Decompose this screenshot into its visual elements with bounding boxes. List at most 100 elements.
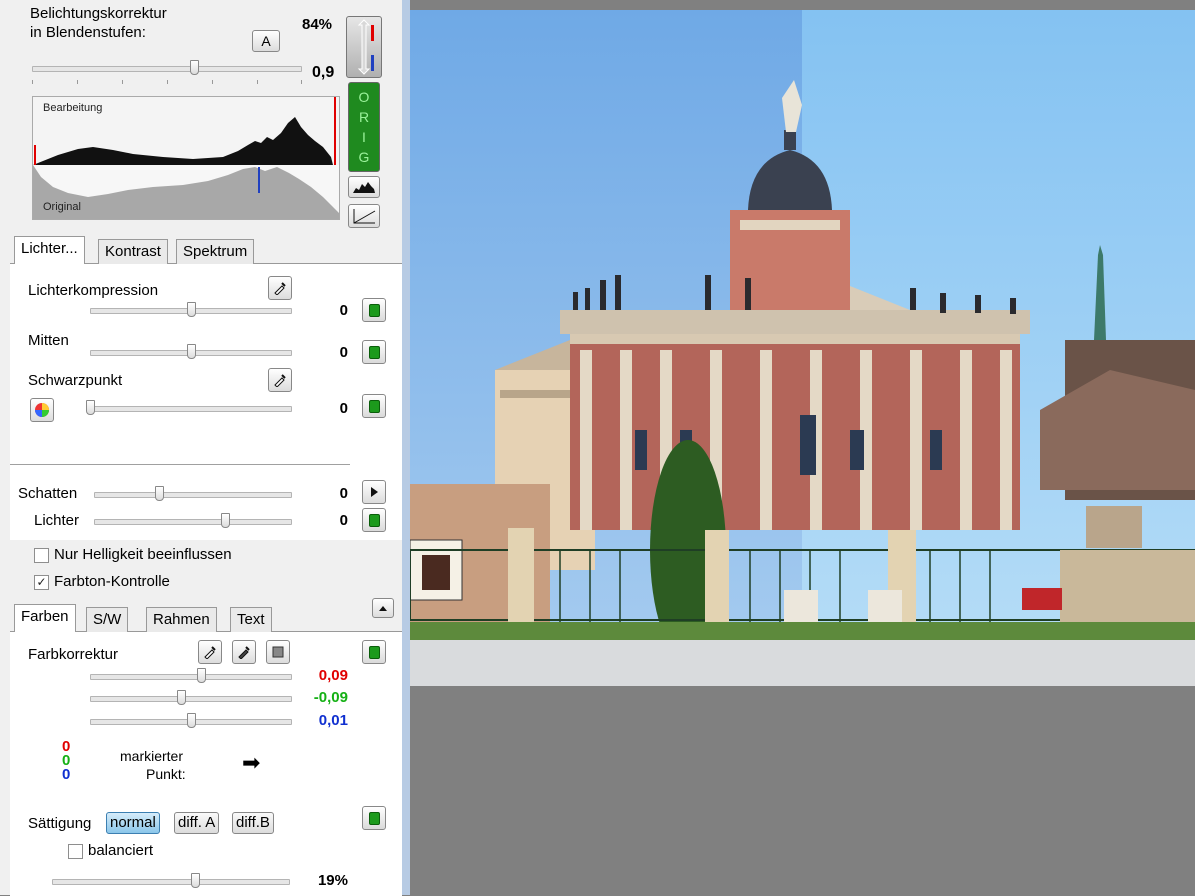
saettigung-normal-button[interactable]: normal [106, 812, 160, 834]
slider-thumb[interactable] [187, 344, 196, 359]
point-b-value: 0 [62, 766, 71, 783]
mitten-label: Mitten [28, 332, 69, 349]
balanciert-label: balanciert [88, 842, 154, 859]
slider-track [52, 879, 290, 885]
saettigung-toggle[interactable] [362, 806, 386, 830]
exposure-label: Belichtungskorrektur in Blendenstufen: [30, 4, 167, 42]
pick-color-3-button[interactable] [266, 640, 290, 664]
saettigung-value: 19% [317, 872, 348, 889]
play-icon [371, 487, 378, 497]
pick-blackpoint-button[interactable] [268, 368, 292, 392]
color-wheel-icon [35, 403, 49, 417]
lichter-label: Lichter [34, 512, 80, 529]
tab-kontrast[interactable]: Kontrast [98, 239, 168, 264]
gray-picker-icon [272, 646, 284, 658]
slider-track [90, 406, 292, 412]
saettigung-diff-b-button[interactable]: diff.B [232, 812, 274, 834]
schatten-expand-button[interactable] [362, 480, 386, 504]
slider-thumb[interactable] [187, 302, 196, 317]
farbton-label: Farbton-Kontrolle [54, 573, 170, 590]
eyedropper-icon [274, 374, 286, 387]
green-slider[interactable] [90, 690, 292, 706]
panel-splitter[interactable] [402, 0, 410, 895]
lichterkompression-label: Lichterkompression [28, 282, 159, 299]
lichterkompression-toggle[interactable] [362, 298, 386, 322]
pick-color-1-button[interactable] [198, 640, 222, 664]
slider-thumb[interactable] [197, 668, 207, 683]
slider-thumb[interactable] [220, 513, 230, 528]
histogram: Bearbeitung Original [32, 96, 340, 220]
farbkorrektur-label: Farbkorrektur [28, 646, 119, 663]
pick-color-2-button[interactable] [232, 640, 256, 664]
tab-sw[interactable]: S/W [86, 607, 129, 632]
schatten-label: Schatten [18, 485, 78, 502]
slider-thumb[interactable] [86, 400, 95, 415]
slider-thumb[interactable] [155, 486, 165, 501]
farbton-checkbox[interactable]: ✓ [34, 575, 49, 590]
balanciert-checkbox[interactable] [68, 844, 83, 859]
lichterkompression-slider[interactable] [90, 302, 292, 318]
curve-view-button[interactable] [348, 204, 380, 228]
eyedropper-icon [204, 646, 216, 659]
nur-helligkeit-checkbox[interactable] [34, 548, 49, 563]
exposure-value: 0,9 [312, 64, 335, 81]
red-slider[interactable] [90, 668, 292, 684]
exposure-label-line2: in Blendenstufen: [30, 24, 146, 41]
palace-photo [410, 10, 1195, 686]
green-value: -0,09 [313, 689, 348, 706]
saettigung-label: Sättigung [28, 815, 92, 832]
slider-thumb[interactable] [190, 60, 199, 75]
tab-farben[interactable]: Farben [14, 604, 76, 632]
mitten-toggle[interactable] [362, 340, 386, 364]
orig-button[interactable]: O R I G [348, 82, 380, 172]
slider-track [90, 696, 292, 702]
blue-value: 0,01 [318, 712, 348, 729]
farbkorrektur-toggle[interactable] [362, 640, 386, 664]
tone-separator [10, 464, 350, 466]
auto-exposure-button[interactable]: A [252, 30, 280, 52]
curve-icon [353, 209, 376, 224]
schwarzpunkt-label: Schwarzpunkt [28, 372, 123, 389]
arrow-right-icon: ➡ [242, 750, 261, 775]
slider-track [94, 492, 292, 498]
collapse-button[interactable] [372, 598, 394, 618]
lichterkompression-value: 0 [339, 302, 348, 319]
histogram-icon [353, 182, 375, 193]
orig-letter: R [358, 109, 370, 125]
orig-letter: I [362, 129, 366, 145]
lichter-value: 0 [339, 512, 348, 529]
exposure-ticks [32, 80, 302, 84]
eyedropper-icon [274, 282, 286, 295]
slider-thumb[interactable] [176, 690, 186, 705]
schatten-slider[interactable] [94, 486, 292, 502]
pick-highlights-button[interactable] [268, 276, 292, 300]
blue-slider[interactable] [90, 713, 292, 729]
lichter-toggle[interactable] [362, 508, 386, 532]
color-wheel-button[interactable] [30, 398, 54, 422]
slider-track [94, 519, 292, 525]
tab-text[interactable]: Text [230, 607, 272, 632]
slider-track [32, 66, 302, 72]
control-panel: Belichtungskorrektur in Blendenstufen: A… [0, 0, 403, 896]
point-rgb: 0 0 0 [62, 739, 71, 783]
image-preview[interactable] [410, 10, 1195, 686]
schwarzpunkt-slider[interactable] [86, 400, 292, 416]
nur-helligkeit-label: Nur Helligkeit beeinflussen [54, 546, 232, 563]
tab-lichter[interactable]: Lichter... [14, 236, 85, 264]
slider-track [90, 674, 292, 680]
schwarzpunkt-value: 0 [339, 400, 348, 417]
orig-letter: O [358, 89, 370, 105]
mitten-slider[interactable] [90, 344, 292, 360]
slider-thumb[interactable] [187, 713, 196, 728]
slider-thumb[interactable] [190, 873, 200, 888]
saettigung-slider[interactable] [52, 873, 290, 889]
chevron-up-icon [379, 606, 387, 611]
exposure-slider[interactable] [32, 60, 302, 76]
tab-spektrum[interactable]: Spektrum [176, 239, 255, 264]
histogram-view-button[interactable] [348, 176, 380, 198]
rgb-arrows-button[interactable] [346, 16, 382, 78]
schwarzpunkt-toggle[interactable] [362, 394, 386, 418]
lichter-slider[interactable] [94, 513, 292, 529]
saettigung-diff-a-button[interactable]: diff. A [174, 812, 220, 834]
tab-rahmen[interactable]: Rahmen [146, 607, 217, 632]
